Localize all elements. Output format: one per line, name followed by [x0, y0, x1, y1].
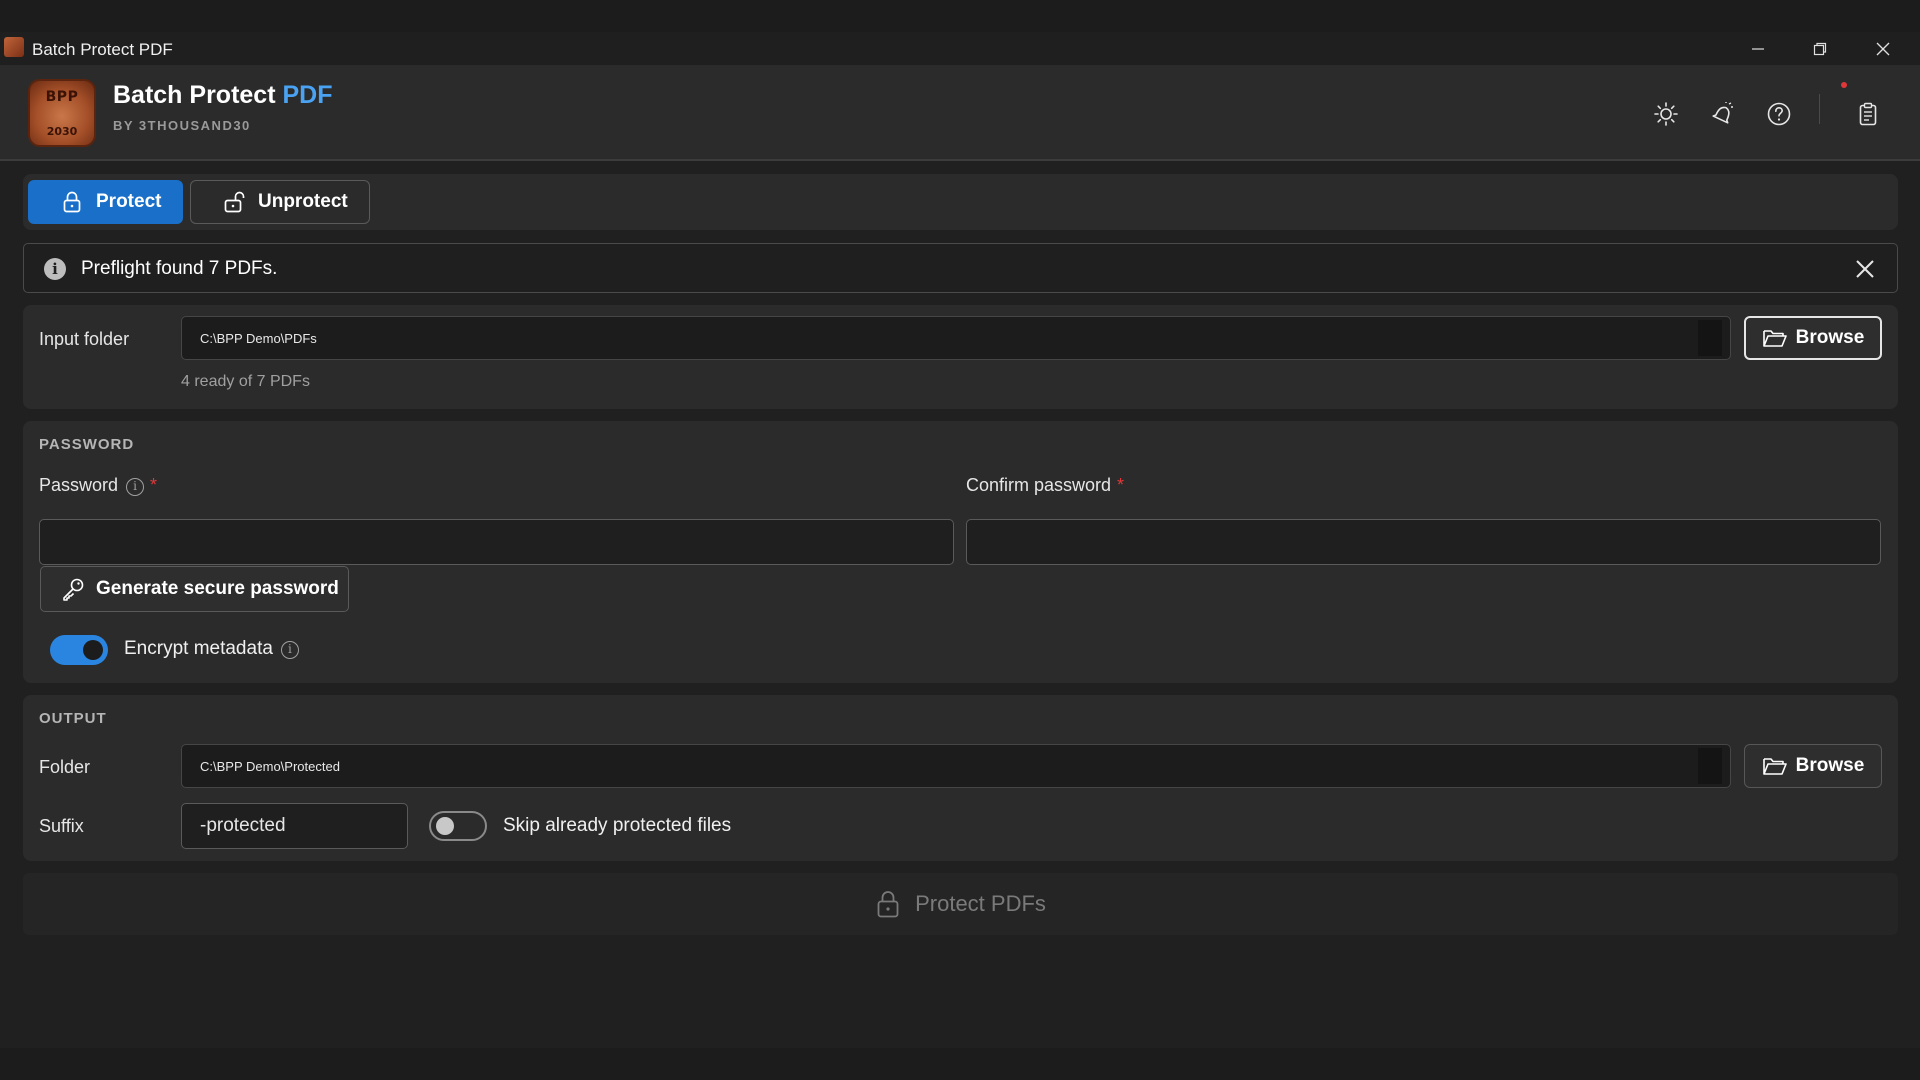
skip-protected-toggle[interactable]: [429, 811, 487, 841]
input-browse-label: Browse: [1795, 327, 1865, 348]
key-icon: [63, 578, 84, 601]
password-card: PASSWORD Password i * Confirm password * Ge…: [23, 421, 1898, 683]
skip-protected-label: Skip already protected files: [503, 815, 732, 836]
input-folder-path[interactable]: C:\BPP Demo\PDFs: [181, 316, 1731, 360]
lock-icon: [63, 191, 81, 213]
password-input[interactable]: [39, 519, 954, 565]
output-folder-path-text: C:\BPP Demo\Protected: [200, 758, 340, 774]
tab-protect[interactable]: Protect: [28, 180, 183, 224]
lock-icon: [877, 891, 899, 918]
clipboard-button[interactable]: [1852, 98, 1884, 130]
notification-dot: [1841, 82, 1847, 88]
password-label: Password: [39, 475, 119, 495]
logo-top-text: BPP: [45, 88, 79, 105]
sun-icon: [1654, 102, 1678, 126]
dismiss-infobar-button[interactable]: [1853, 257, 1877, 281]
protect-pdfs-button[interactable]: Protect PDFs: [23, 873, 1898, 935]
tab-unprotect[interactable]: Unprotect: [190, 180, 370, 224]
restore-button[interactable]: [1789, 32, 1851, 65]
password-required-mark: *: [150, 475, 158, 495]
theme-toggle-button[interactable]: [1650, 98, 1682, 130]
unlock-icon: [224, 191, 245, 213]
input-status: 4 ready of 7 PDFs: [181, 373, 310, 390]
tab-protect-label: Protect: [96, 191, 162, 212]
app-name-accent: PDF: [282, 81, 333, 109]
path-scrollbar: [1698, 320, 1722, 356]
close-icon: [1876, 42, 1890, 55]
app-logo: BPP 2030: [28, 79, 96, 147]
generate-password-label: Generate secure password: [96, 578, 339, 599]
suffix-label: Suffix: [39, 816, 84, 836]
encrypt-metadata-label: Encrypt metadata: [124, 638, 273, 659]
encrypt-metadata-label-row: Encrypt metadata i: [124, 638, 299, 660]
app-window: Batch Protect PDF BPP 2030 Batch Protect…: [0, 32, 1920, 1048]
input-browse-button[interactable]: Browse: [1744, 316, 1882, 360]
close-window-button[interactable]: [1852, 32, 1914, 65]
title-bar: Batch Protect PDF: [0, 32, 1920, 65]
info-icon: i: [44, 258, 66, 280]
password-label-row: Password i *: [39, 475, 157, 496]
protect-pdfs-label: Protect PDFs: [915, 891, 1046, 916]
minimize-icon: [1752, 47, 1764, 50]
window-title: Batch Protect PDF: [32, 40, 173, 59]
confirm-required-mark: *: [1117, 475, 1125, 495]
encrypt-metadata-toggle[interactable]: [50, 635, 108, 665]
preflight-infobar: i Preflight found 7 PDFs.: [23, 243, 1898, 293]
toggle-knob: [83, 640, 103, 660]
output-card: OUTPUT Folder C:\BPP Demo\Protected Brow…: [23, 695, 1898, 861]
desktop-top-strip: [0, 0, 1920, 32]
app-header: BPP 2030 Batch Protect PDF BY 3THOUSAND3…: [0, 65, 1920, 161]
folder-open-icon: [1762, 330, 1787, 347]
output-browse-button[interactable]: Browse: [1744, 744, 1882, 788]
suffix-input-value: -protected: [200, 815, 286, 836]
help-button[interactable]: [1763, 98, 1795, 130]
infobar-message: Preflight found 7 PDFs.: [81, 258, 278, 279]
folder-open-icon: [1762, 758, 1787, 775]
input-folder-path-text: C:\BPP Demo\PDFs: [200, 330, 317, 346]
toggle-knob: [436, 817, 454, 835]
mode-tabs: Protect Unprotect: [23, 174, 1898, 230]
clipboard-icon: [1859, 102, 1877, 126]
confirm-label-row: Confirm password *: [966, 475, 1124, 496]
minimize-button[interactable]: [1727, 32, 1789, 65]
confirm-password-input[interactable]: [966, 519, 1881, 565]
tab-unprotect-label: Unprotect: [258, 191, 348, 212]
app-name-main: Batch Protect: [113, 81, 276, 109]
suffix-input[interactable]: -protected: [181, 803, 408, 849]
app-byline: BY 3THOUSAND30: [113, 118, 251, 133]
input-folder-label: Input folder: [39, 329, 130, 349]
notifications-button[interactable]: [1707, 98, 1739, 130]
path-scrollbar: [1698, 748, 1722, 784]
password-info-icon[interactable]: i: [126, 478, 145, 496]
desktop-bottom-strip: [0, 1048, 1920, 1080]
output-folder-path[interactable]: C:\BPP Demo\Protected: [181, 744, 1731, 788]
password-section-title: PASSWORD: [39, 436, 135, 453]
header-separator: [1819, 94, 1820, 124]
app-name: Batch Protect PDF: [113, 81, 333, 110]
output-browse-label: Browse: [1795, 755, 1865, 776]
confirm-password-label: Confirm password: [966, 475, 1112, 495]
encrypt-metadata-info-icon[interactable]: i: [280, 641, 299, 659]
input-folder-card: Input folder C:\BPP Demo\PDFs Browse 4 r…: [23, 305, 1898, 409]
output-folder-label: Folder: [39, 757, 91, 777]
restore-icon: [1813, 42, 1827, 55]
help-icon: [1767, 102, 1791, 126]
generate-password-button[interactable]: Generate secure password: [40, 566, 349, 612]
notifications-icon: [1712, 102, 1733, 124]
output-section-title: OUTPUT: [39, 710, 107, 727]
logo-bottom-text: 2030: [46, 124, 78, 138]
app-icon-small: [4, 37, 24, 57]
